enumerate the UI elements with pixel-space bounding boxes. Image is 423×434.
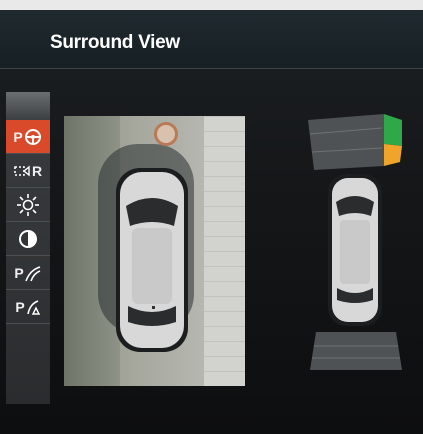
sidebar-header [6, 92, 50, 120]
page-title: Surround View [50, 32, 180, 53]
sidebar-item-brightness[interactable] [6, 188, 50, 222]
sidebar-item-contrast[interactable] [6, 222, 50, 256]
sidebar-item-reverse-camera[interactable]: R [6, 154, 50, 188]
camera-car-icon [116, 168, 188, 352]
sidebar-item-label: P [13, 128, 23, 145]
rear-sensor-zone [310, 332, 402, 370]
obstacle-view-icon [25, 298, 41, 316]
sidebar-item-obstacle-view[interactable]: P [6, 290, 50, 324]
sidebar-item-label: P [14, 264, 24, 281]
camera-top-view[interactable] [64, 116, 245, 386]
brightness-icon [16, 193, 40, 217]
reverse-camera-icon [14, 163, 32, 179]
parking-lines-icon [24, 264, 42, 282]
front-right-sensor-green [384, 114, 402, 146]
steering-wheel-icon [23, 127, 43, 147]
surround-view-screen: Surround View P R P P [0, 10, 423, 434]
contrast-icon [18, 229, 38, 249]
view-options-sidebar: P R P P [6, 92, 50, 404]
distance-overview [308, 114, 402, 370]
header-bar: Surround View [0, 10, 423, 68]
sidebar-item-label: R [31, 162, 43, 179]
front-sensor-zone [308, 114, 384, 170]
sidebar-item-parking-lines[interactable]: P [6, 256, 50, 290]
sidebar-item-park-assist[interactable]: P [6, 120, 50, 154]
sidebar-item-label: P [15, 298, 25, 315]
front-right-sensor-orange [384, 144, 402, 166]
header-divider [0, 68, 423, 69]
